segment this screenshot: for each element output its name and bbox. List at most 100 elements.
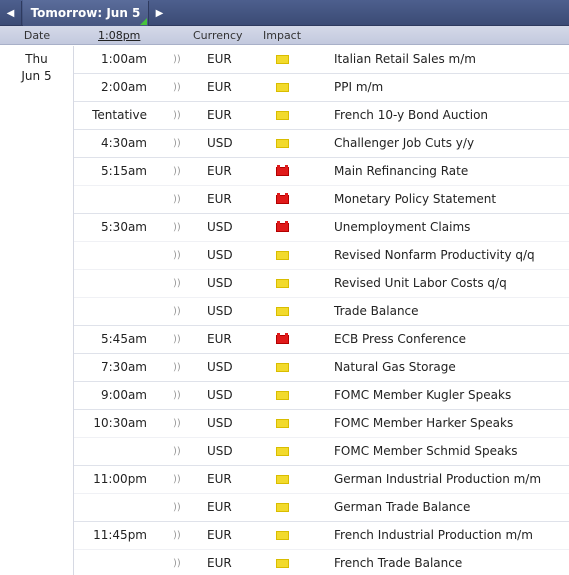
event-title[interactable]: Italian Retail Sales m/m (334, 46, 476, 73)
impact-cell (276, 438, 290, 465)
sound-wave-icon[interactable]: )) (173, 354, 181, 381)
sound-wave-icon[interactable]: )) (173, 550, 181, 575)
impact-cell (276, 214, 290, 241)
impact-cell (276, 522, 290, 549)
event-time (74, 186, 147, 213)
sound-wave-icon[interactable]: )) (173, 186, 181, 213)
event-row[interactable]: 5:30am)) USD Unemployment Claims (74, 214, 569, 242)
event-time: 9:00am (101, 388, 147, 402)
event-row[interactable]: )) EUR French Trade Balance (74, 550, 569, 575)
low-impact-folder-icon (276, 475, 289, 484)
event-currency: EUR (207, 556, 232, 570)
high-impact-folder-icon (276, 333, 289, 344)
impact-cell (276, 130, 290, 157)
sound-wave-icon[interactable]: )) (173, 46, 181, 73)
event-row[interactable]: Tentative)) EUR French 10-y Bond Auction (74, 102, 569, 130)
prev-day-button[interactable]: ◀ (0, 1, 22, 25)
time-column-header[interactable]: 1:08pm (98, 29, 140, 42)
sound-wave-icon[interactable]: )) (173, 466, 181, 493)
event-row[interactable]: )) USD Revised Unit Labor Costs q/q (74, 270, 569, 298)
event-row[interactable]: 7:30am)) USD Natural Gas Storage (74, 354, 569, 382)
impact-cell (276, 270, 290, 297)
event-title[interactable]: Main Refinancing Rate (334, 158, 468, 185)
event-currency: EUR (207, 52, 232, 66)
event-currency: EUR (207, 192, 232, 206)
sound-wave-icon[interactable]: )) (173, 74, 181, 101)
event-title[interactable]: French Industrial Production m/m (334, 522, 533, 549)
low-impact-folder-icon (276, 503, 289, 512)
event-row[interactable]: )) USD Revised Nonfarm Productivity q/q (74, 242, 569, 270)
event-row[interactable]: 11:45pm)) EUR French Industrial Production… (74, 522, 569, 550)
sound-wave-icon[interactable]: )) (173, 494, 181, 521)
event-title[interactable]: German Industrial Production m/m (334, 466, 541, 493)
impact-cell (276, 410, 290, 437)
event-time (74, 242, 147, 269)
event-title[interactable]: PPI m/m (334, 74, 383, 101)
event-row[interactable]: 2:00am)) EUR PPI m/m (74, 74, 569, 102)
day-label: Tomorrow: Jun 5 (30, 6, 141, 20)
high-impact-folder-icon (276, 221, 289, 232)
event-title[interactable]: Revised Nonfarm Productivity q/q (334, 242, 535, 269)
event-currency: USD (207, 220, 233, 234)
event-row[interactable]: 11:00pm)) EUR German Industrial Production… (74, 466, 569, 494)
impact-cell (276, 494, 290, 521)
event-title[interactable]: Trade Balance (334, 298, 419, 325)
event-currency: USD (207, 444, 233, 458)
sound-wave-icon[interactable]: )) (173, 326, 181, 353)
sound-wave-icon[interactable]: )) (173, 298, 181, 325)
event-title[interactable]: FOMC Member Schmid Speaks (334, 438, 518, 465)
event-row[interactable]: 10:30am)) USD FOMC Member Harker Speaks (74, 410, 569, 438)
event-row[interactable]: 9:00am)) USD FOMC Member Kugler Speaks (74, 382, 569, 410)
sound-wave-icon[interactable]: )) (173, 242, 181, 269)
event-title[interactable]: German Trade Balance (334, 494, 470, 521)
low-impact-folder-icon (276, 279, 289, 288)
event-row[interactable]: )) USD Trade Balance (74, 298, 569, 326)
event-title[interactable]: FOMC Member Harker Speaks (334, 410, 513, 437)
sound-wave-icon[interactable]: )) (173, 382, 181, 409)
sound-wave-icon[interactable]: )) (173, 158, 181, 185)
event-time (74, 494, 147, 521)
event-title[interactable]: French Trade Balance (334, 550, 462, 575)
sound-wave-icon[interactable]: )) (173, 438, 181, 465)
impact-cell (276, 242, 290, 269)
chevron-right-icon: ▶ (155, 7, 164, 19)
next-day-button[interactable]: ▶ (148, 1, 170, 25)
event-time (74, 550, 147, 575)
event-currency: USD (207, 416, 233, 430)
event-time: 10:30am (93, 416, 147, 430)
event-row[interactable]: )) EUR German Trade Balance (74, 494, 569, 522)
event-time: 4:30am (101, 136, 147, 150)
event-time: 2:00am (101, 80, 147, 94)
event-title[interactable]: FOMC Member Kugler Speaks (334, 382, 511, 409)
day-selector[interactable]: Tomorrow: Jun 5 (23, 0, 148, 26)
impact-column-header: Impact (263, 29, 302, 42)
event-title[interactable]: Monetary Policy Statement (334, 186, 496, 213)
sound-wave-icon[interactable]: )) (173, 410, 181, 437)
event-title[interactable]: Unemployment Claims (334, 214, 470, 241)
event-currency: EUR (207, 332, 232, 346)
event-title[interactable]: French 10-y Bond Auction (334, 102, 488, 129)
event-title[interactable]: Natural Gas Storage (334, 354, 456, 381)
impact-cell (276, 102, 290, 129)
sound-wave-icon[interactable]: )) (173, 270, 181, 297)
event-row[interactable]: 4:30am)) USD Challenger Job Cuts y/y (74, 130, 569, 158)
event-title[interactable]: Revised Unit Labor Costs q/q (334, 270, 507, 297)
event-row[interactable]: )) USD FOMC Member Schmid Speaks (74, 438, 569, 466)
event-currency: USD (207, 248, 233, 262)
low-impact-folder-icon (276, 55, 289, 64)
event-row[interactable]: 1:00am)) EUR Italian Retail Sales m/m (74, 46, 569, 74)
event-row[interactable]: 5:15am)) EUR Main Refinancing Rate (74, 158, 569, 186)
event-row[interactable]: )) EUR Monetary Policy Statement (74, 186, 569, 214)
sound-wave-icon[interactable]: )) (173, 102, 181, 129)
impact-cell (276, 550, 290, 575)
sound-wave-icon[interactable]: )) (173, 130, 181, 157)
sound-wave-icon[interactable]: )) (173, 522, 181, 549)
corner-flag-icon (140, 18, 147, 25)
date-day: Jun 5 (21, 69, 52, 83)
event-row[interactable]: 5:45am)) EUR ECB Press Conference (74, 326, 569, 354)
event-currency: EUR (207, 500, 232, 514)
event-title[interactable]: ECB Press Conference (334, 326, 466, 353)
event-title[interactable]: Challenger Job Cuts y/y (334, 130, 474, 157)
sound-wave-icon[interactable]: )) (173, 214, 181, 241)
low-impact-folder-icon (276, 559, 289, 568)
